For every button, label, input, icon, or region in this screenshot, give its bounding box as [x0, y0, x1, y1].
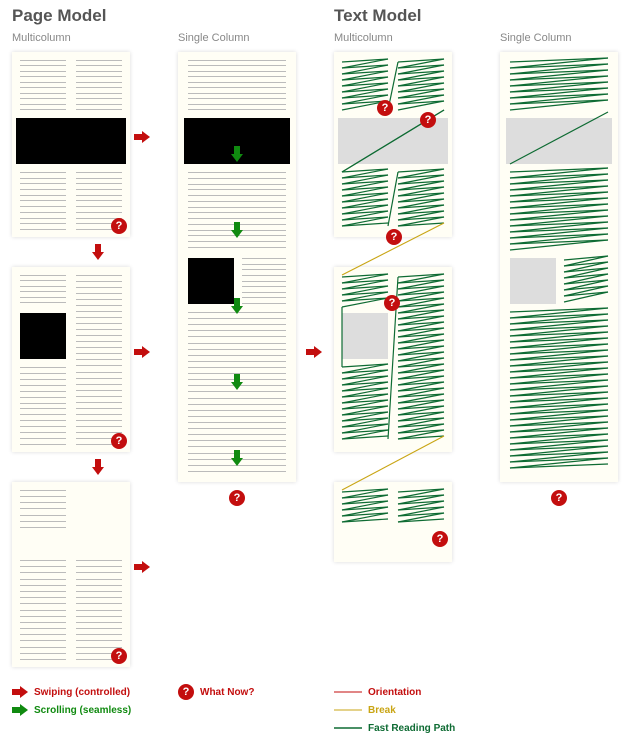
pm-multi-label: Multicolumn	[12, 32, 71, 44]
tm-single-page	[500, 52, 618, 482]
break-line	[334, 267, 452, 567]
text-model-title: Text Model	[334, 6, 422, 26]
pm-multi-page-1	[12, 52, 130, 237]
what-now-icon: ?	[386, 229, 402, 245]
legend-break-label: Break	[368, 705, 396, 716]
what-now-icon: ?	[551, 490, 567, 506]
page-model-title: Page Model	[12, 6, 106, 26]
swipe-right-icon	[12, 689, 28, 695]
what-now-icon: ?	[111, 648, 127, 664]
legend-whatnow: ? What Now?	[178, 683, 254, 701]
pm-multi-page-3	[12, 482, 130, 667]
scroll-right-icon	[12, 707, 28, 713]
what-now-icon: ?	[432, 531, 448, 547]
what-now-icon: ?	[178, 684, 194, 700]
orientation-line-icon	[334, 689, 362, 695]
legend-whatnow-label: What Now?	[200, 687, 254, 698]
pm-single-page	[178, 52, 296, 482]
tm-multi-label: Multicolumn	[334, 32, 393, 44]
diagram-root: Page Model Text Model Multicolumn Single…	[0, 0, 625, 733]
legend-right: Orientation Break Fast Reading Path	[334, 683, 455, 737]
legend-swiping-label: Swiping (controlled)	[34, 687, 130, 698]
break-line-icon	[334, 707, 362, 713]
fast-reading-path	[500, 52, 618, 482]
image-block	[20, 313, 66, 359]
what-now-icon: ?	[229, 490, 245, 506]
what-now-icon: ?	[111, 433, 127, 449]
what-now-icon: ?	[111, 218, 127, 234]
image-block	[188, 258, 234, 304]
tm-single-label: Single Column	[500, 32, 572, 44]
pm-single-label: Single Column	[178, 32, 250, 44]
legend-fastreading-label: Fast Reading Path	[368, 723, 455, 734]
legend-orientation-label: Orientation	[368, 687, 421, 698]
fast-reading-line-icon	[334, 725, 362, 731]
legend-scrolling-label: Scrolling (seamless)	[34, 705, 131, 716]
legend-left: Swiping (controlled) Scrolling (seamless…	[12, 683, 131, 719]
image-block	[16, 118, 126, 164]
pm-multi-page-2	[12, 267, 130, 452]
